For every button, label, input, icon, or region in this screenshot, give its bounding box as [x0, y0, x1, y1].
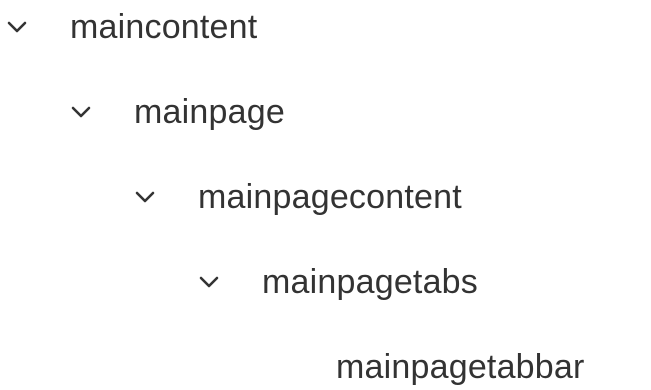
tree-node-label: maincontent [70, 8, 258, 46]
chevron-down-icon[interactable] [198, 271, 220, 293]
tree-node-maincontent[interactable]: maincontent [6, 4, 257, 50]
tree-node-label: mainpagetabbar [336, 348, 585, 386]
tree-node-label: mainpagetabs [262, 263, 478, 301]
chevron-down-icon[interactable] [6, 16, 28, 38]
tree-node-mainpagecontent[interactable]: mainpagecontent [134, 174, 462, 220]
chevron-down-icon[interactable] [134, 186, 156, 208]
tree-node-mainpagetabbar[interactable]: mainpagetabbar [336, 344, 585, 390]
tree-node-mainpagetabs[interactable]: mainpagetabs [198, 259, 478, 305]
tree-node-label: mainpagecontent [198, 178, 462, 216]
tree-node-mainpage[interactable]: mainpage [70, 89, 285, 135]
element-tree: maincontent mainpage mainpagecontent mai… [0, 0, 651, 386]
tree-node-label: mainpage [134, 93, 285, 131]
chevron-down-icon[interactable] [70, 101, 92, 123]
